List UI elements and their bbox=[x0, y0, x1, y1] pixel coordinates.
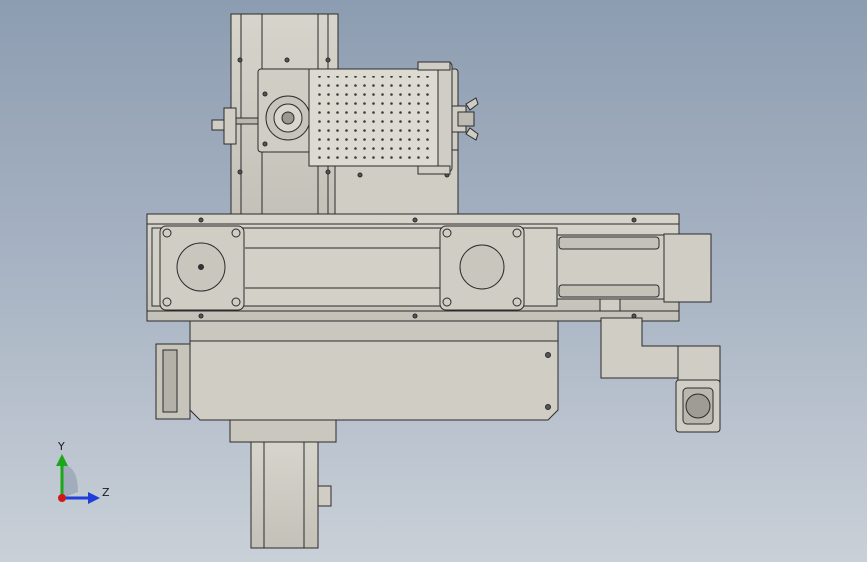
rail-slider-block[interactable] bbox=[556, 233, 712, 312]
perforated-fixture-plate[interactable] bbox=[308, 61, 453, 175]
rail-motor-flange-right[interactable] bbox=[439, 225, 525, 311]
cad-viewport[interactable]: Y Z bbox=[0, 0, 867, 562]
rail-motor-flange-left[interactable] bbox=[159, 225, 245, 311]
triad-graphic bbox=[56, 454, 100, 504]
triad-z-label: Z bbox=[102, 486, 110, 499]
vertical-column-lower[interactable] bbox=[229, 419, 337, 549]
triad-y-label: Y bbox=[58, 440, 65, 453]
cad-assembly-model[interactable] bbox=[0, 0, 867, 562]
side-servo-motor[interactable] bbox=[600, 317, 721, 433]
orientation-triad: Y Z bbox=[44, 436, 124, 516]
lower-base-plate[interactable] bbox=[155, 320, 559, 421]
